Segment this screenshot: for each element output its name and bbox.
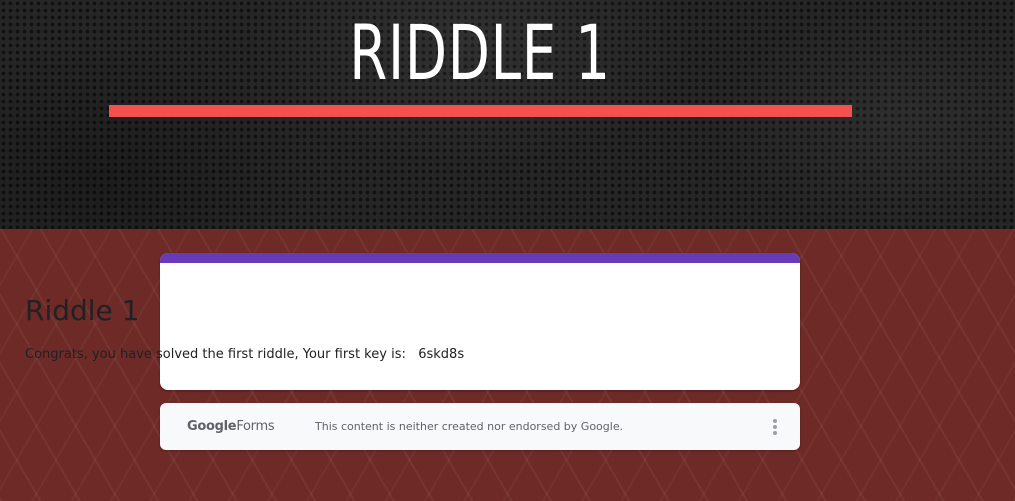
banner-title: RIDDLE 1: [349, 8, 611, 97]
menu-dot: [773, 425, 777, 429]
form-footer: GoogleForms This content is neither crea…: [160, 403, 800, 450]
menu-dot: [773, 431, 777, 435]
form-title: Riddle 1: [25, 294, 140, 327]
form-description: Congrats, you have solved the first ridd…: [25, 347, 465, 362]
card-accent-bar: [160, 253, 800, 263]
menu-dot: [773, 419, 777, 423]
google-forms-logo[interactable]: GoogleForms: [187, 418, 275, 435]
forms-wordmark: Forms: [236, 419, 275, 434]
footer-disclaimer: This content is neither created nor endo…: [315, 420, 624, 433]
google-wordmark: Google: [187, 419, 237, 434]
form-header-card: [160, 253, 800, 390]
header-banner: RIDDLE 1: [0, 0, 1015, 229]
page: RIDDLE 1 Riddle 1 Congrats, you have sol…: [0, 0, 1015, 501]
banner-underline: [109, 105, 852, 117]
more-vert-icon[interactable]: [765, 414, 785, 440]
